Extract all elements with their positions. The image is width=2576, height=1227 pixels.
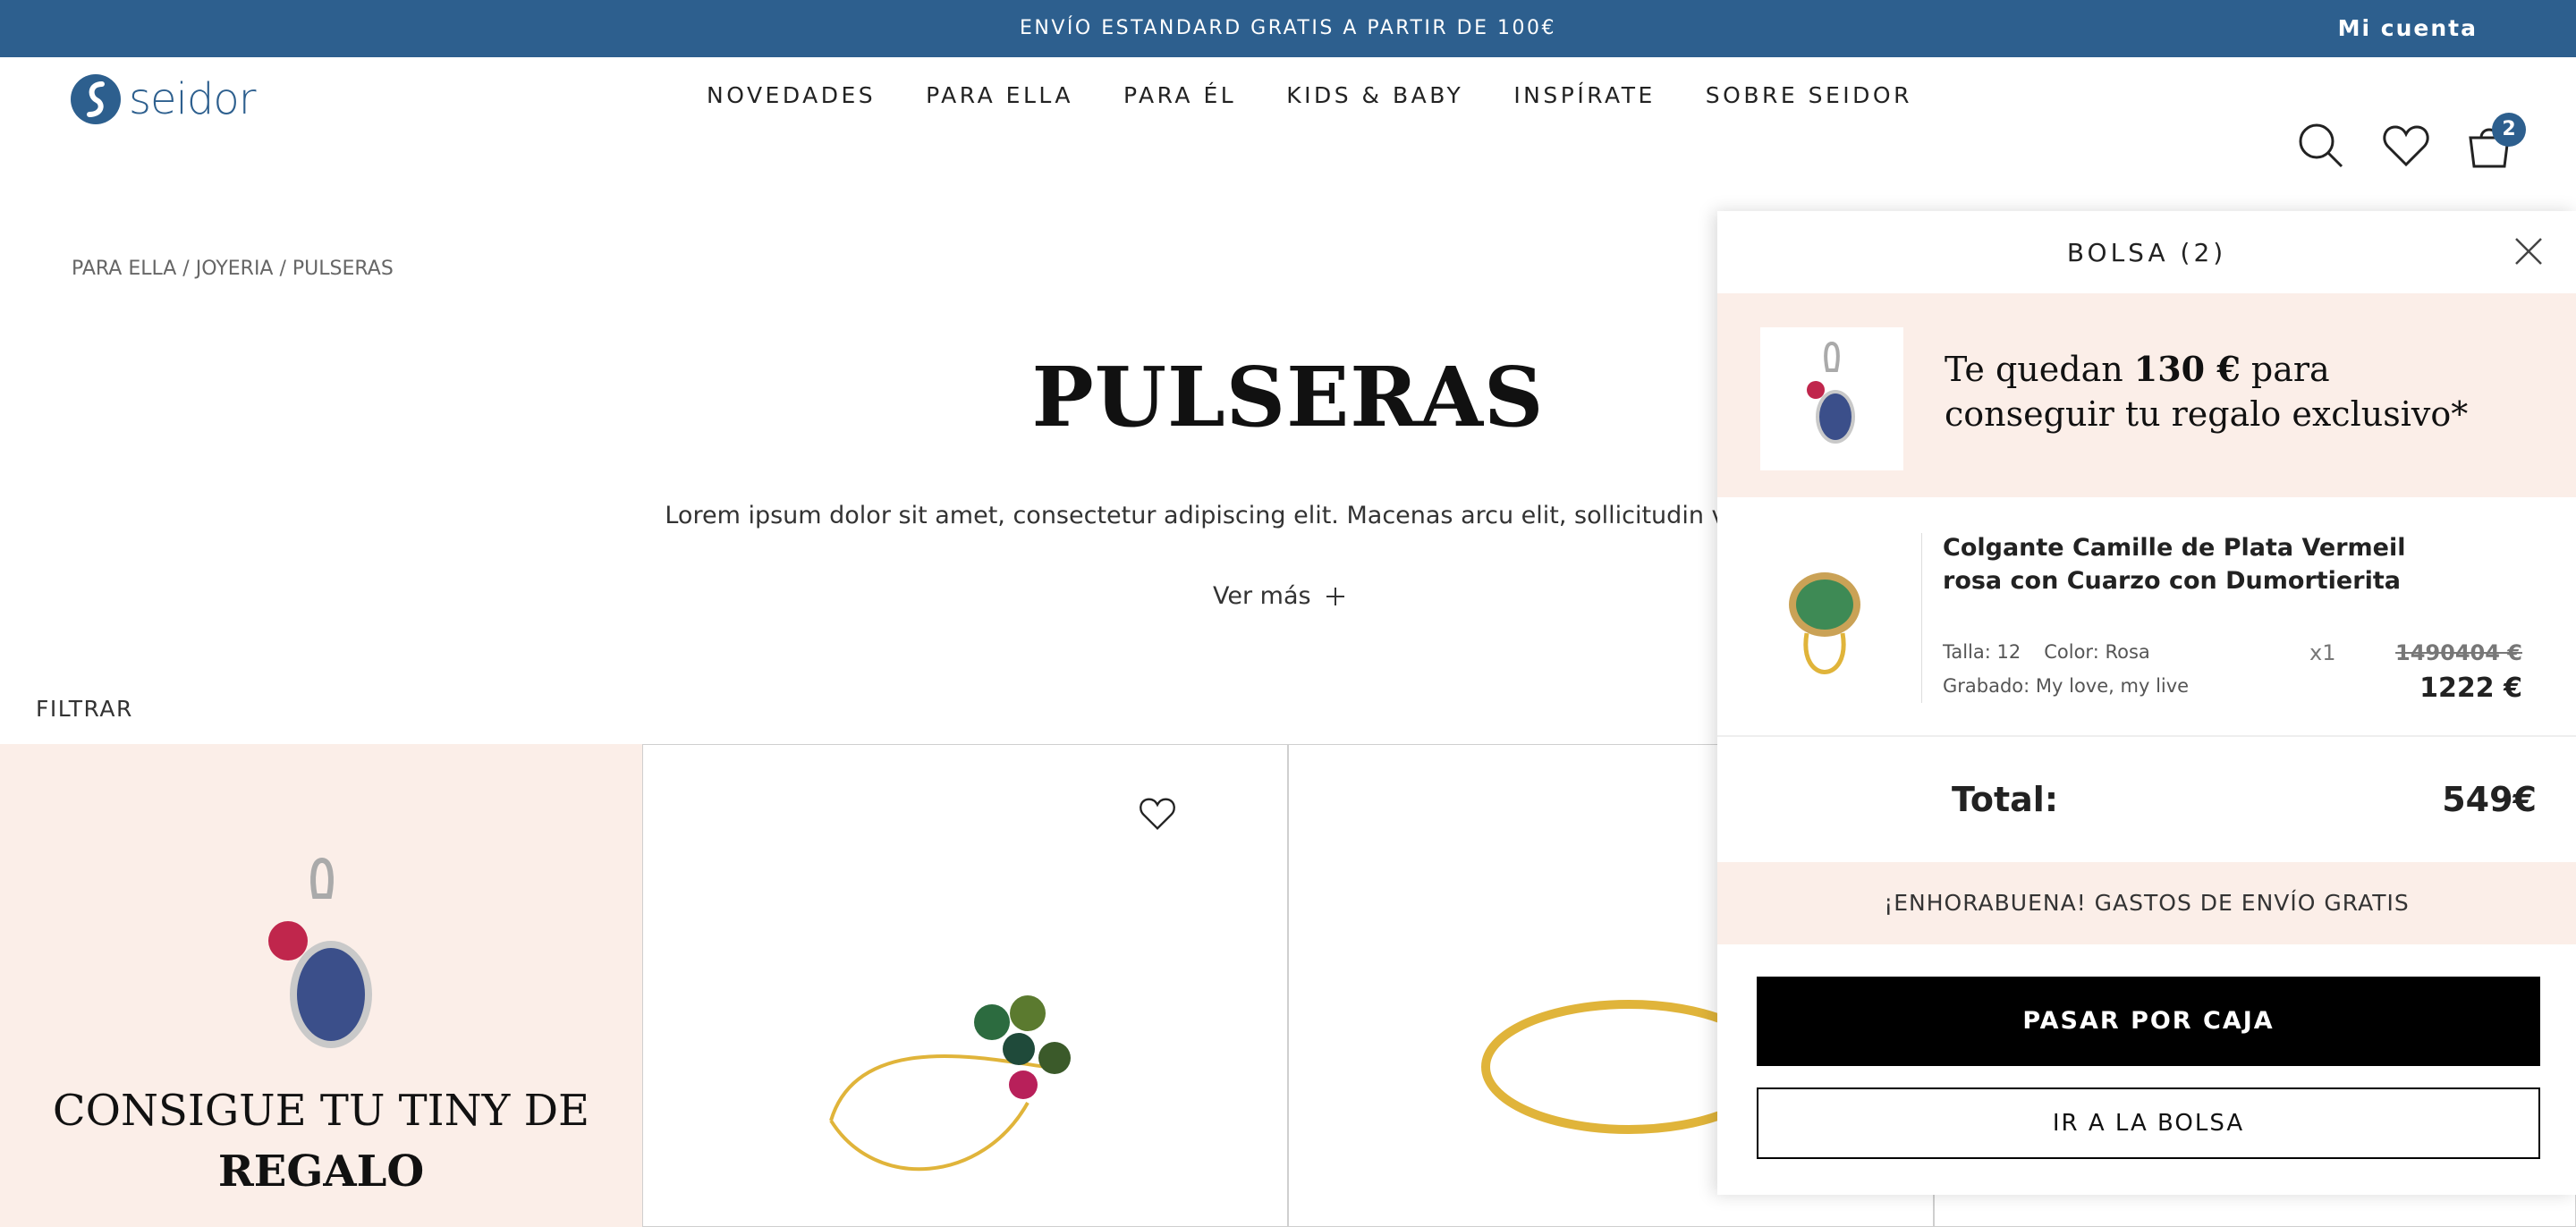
total-value: 549€ <box>2442 780 2537 819</box>
cart-item-engraving: Grabado: My love, my live <box>1943 675 2190 697</box>
header-actions: 2 <box>2297 113 2526 170</box>
cart-item-details: Talla: 12 Color: Rosa Grabado: My love, m… <box>1943 635 2189 703</box>
drawer-title: BOLSA (2) <box>2066 238 2227 267</box>
bracelet-image <box>829 995 1071 1172</box>
nav-item-novedades[interactable]: NOVEDADES <box>707 82 876 108</box>
total-label: Total: <box>1952 780 2059 819</box>
cart-item-quantity: x1 <box>2309 640 2336 665</box>
go-to-bag-button[interactable]: IR A LA BOLSA <box>1757 1087 2540 1159</box>
heart-icon[interactable] <box>2381 122 2429 170</box>
brand-logo[interactable]: seidor <box>70 73 256 125</box>
cart-item-price: 1222 € <box>2419 673 2522 704</box>
plus-icon <box>1326 587 1344 605</box>
cart-item-size: Talla: 12 <box>1943 641 2021 663</box>
ver-mas-label: Ver más <box>1213 582 1311 610</box>
gift-thumbnail <box>1760 327 1903 470</box>
main-navigation: NOVEDADES PARA ELLA PARA ÉL KIDS & BABY … <box>707 82 1912 108</box>
pendant-image <box>268 857 372 1048</box>
heart-icon[interactable] <box>1136 795 1179 833</box>
gift-progress-text: Te quedan 130 € para conseguir tu regalo… <box>1945 349 2469 434</box>
gift-promo-card[interactable]: CONSIGUE TU TINY DE REGALO <box>0 744 642 1227</box>
bag-icon[interactable]: 2 <box>2465 113 2526 170</box>
cart-drawer: BOLSA (2) Te quedan 130 € para conseguir… <box>1717 211 2576 1195</box>
nav-item-para-ella[interactable]: PARA ELLA <box>926 82 1073 108</box>
logo-mark-icon <box>71 74 121 124</box>
logo-text: seidor <box>129 74 256 124</box>
close-icon[interactable] <box>2513 236 2544 267</box>
cart-item-old-price: 1490404 € <box>2395 640 2522 665</box>
bag-count-badge: 2 <box>2492 113 2526 147</box>
my-account-link[interactable]: Mi cuenta <box>2338 0 2478 57</box>
gift-remaining-amount: 130 € <box>2133 349 2241 389</box>
item-divider <box>1921 533 1922 703</box>
cart-item-color: Color: Rosa <box>2044 641 2150 663</box>
cart-item-name[interactable]: Colgante Camille de Plata Vermeil rosa c… <box>1943 531 2408 597</box>
promo-line-2: REGALO <box>217 1147 425 1197</box>
top-promo-bar: ENVÍO ESTANDARD GRATIS A PARTIR DE 100€ … <box>0 0 2576 57</box>
nav-item-inspirate[interactable]: INSPÍRATE <box>1513 82 1655 108</box>
filter-button[interactable]: FILTRAR <box>36 696 133 722</box>
gift-progress-banner: Te quedan 130 € para conseguir tu regalo… <box>1717 293 2576 497</box>
product-thumbnail[interactable] <box>1753 533 1896 703</box>
promo-line-1: CONSIGUE TU TINY DE <box>52 1086 590 1136</box>
cart-item: Colgante Camille de Plata Vermeil rosa c… <box>1717 497 2576 737</box>
nav-item-sobre-seidor[interactable]: SOBRE SEIDOR <box>1706 82 1912 108</box>
checkout-button[interactable]: PASAR POR CAJA <box>1757 977 2540 1066</box>
free-shipping-banner: ¡ENHORABUENA! GASTOS DE ENVÍO GRATIS <box>1717 862 2576 944</box>
search-icon[interactable] <box>2297 122 2345 170</box>
cart-total: Total: 549€ <box>1717 737 2576 862</box>
shipping-promo-text: ENVÍO ESTANDARD GRATIS A PARTIR DE 100€ <box>1020 17 1556 39</box>
breadcrumb[interactable]: PARA ELLA / JOYERIA / PULSERAS <box>72 258 394 280</box>
ver-mas-toggle[interactable]: Ver más <box>1213 582 1345 610</box>
nav-item-para-el[interactable]: PARA ÉL <box>1123 82 1236 108</box>
nav-item-kids-baby[interactable]: KIDS & BABY <box>1286 82 1463 108</box>
product-card[interactable] <box>642 744 1288 1227</box>
